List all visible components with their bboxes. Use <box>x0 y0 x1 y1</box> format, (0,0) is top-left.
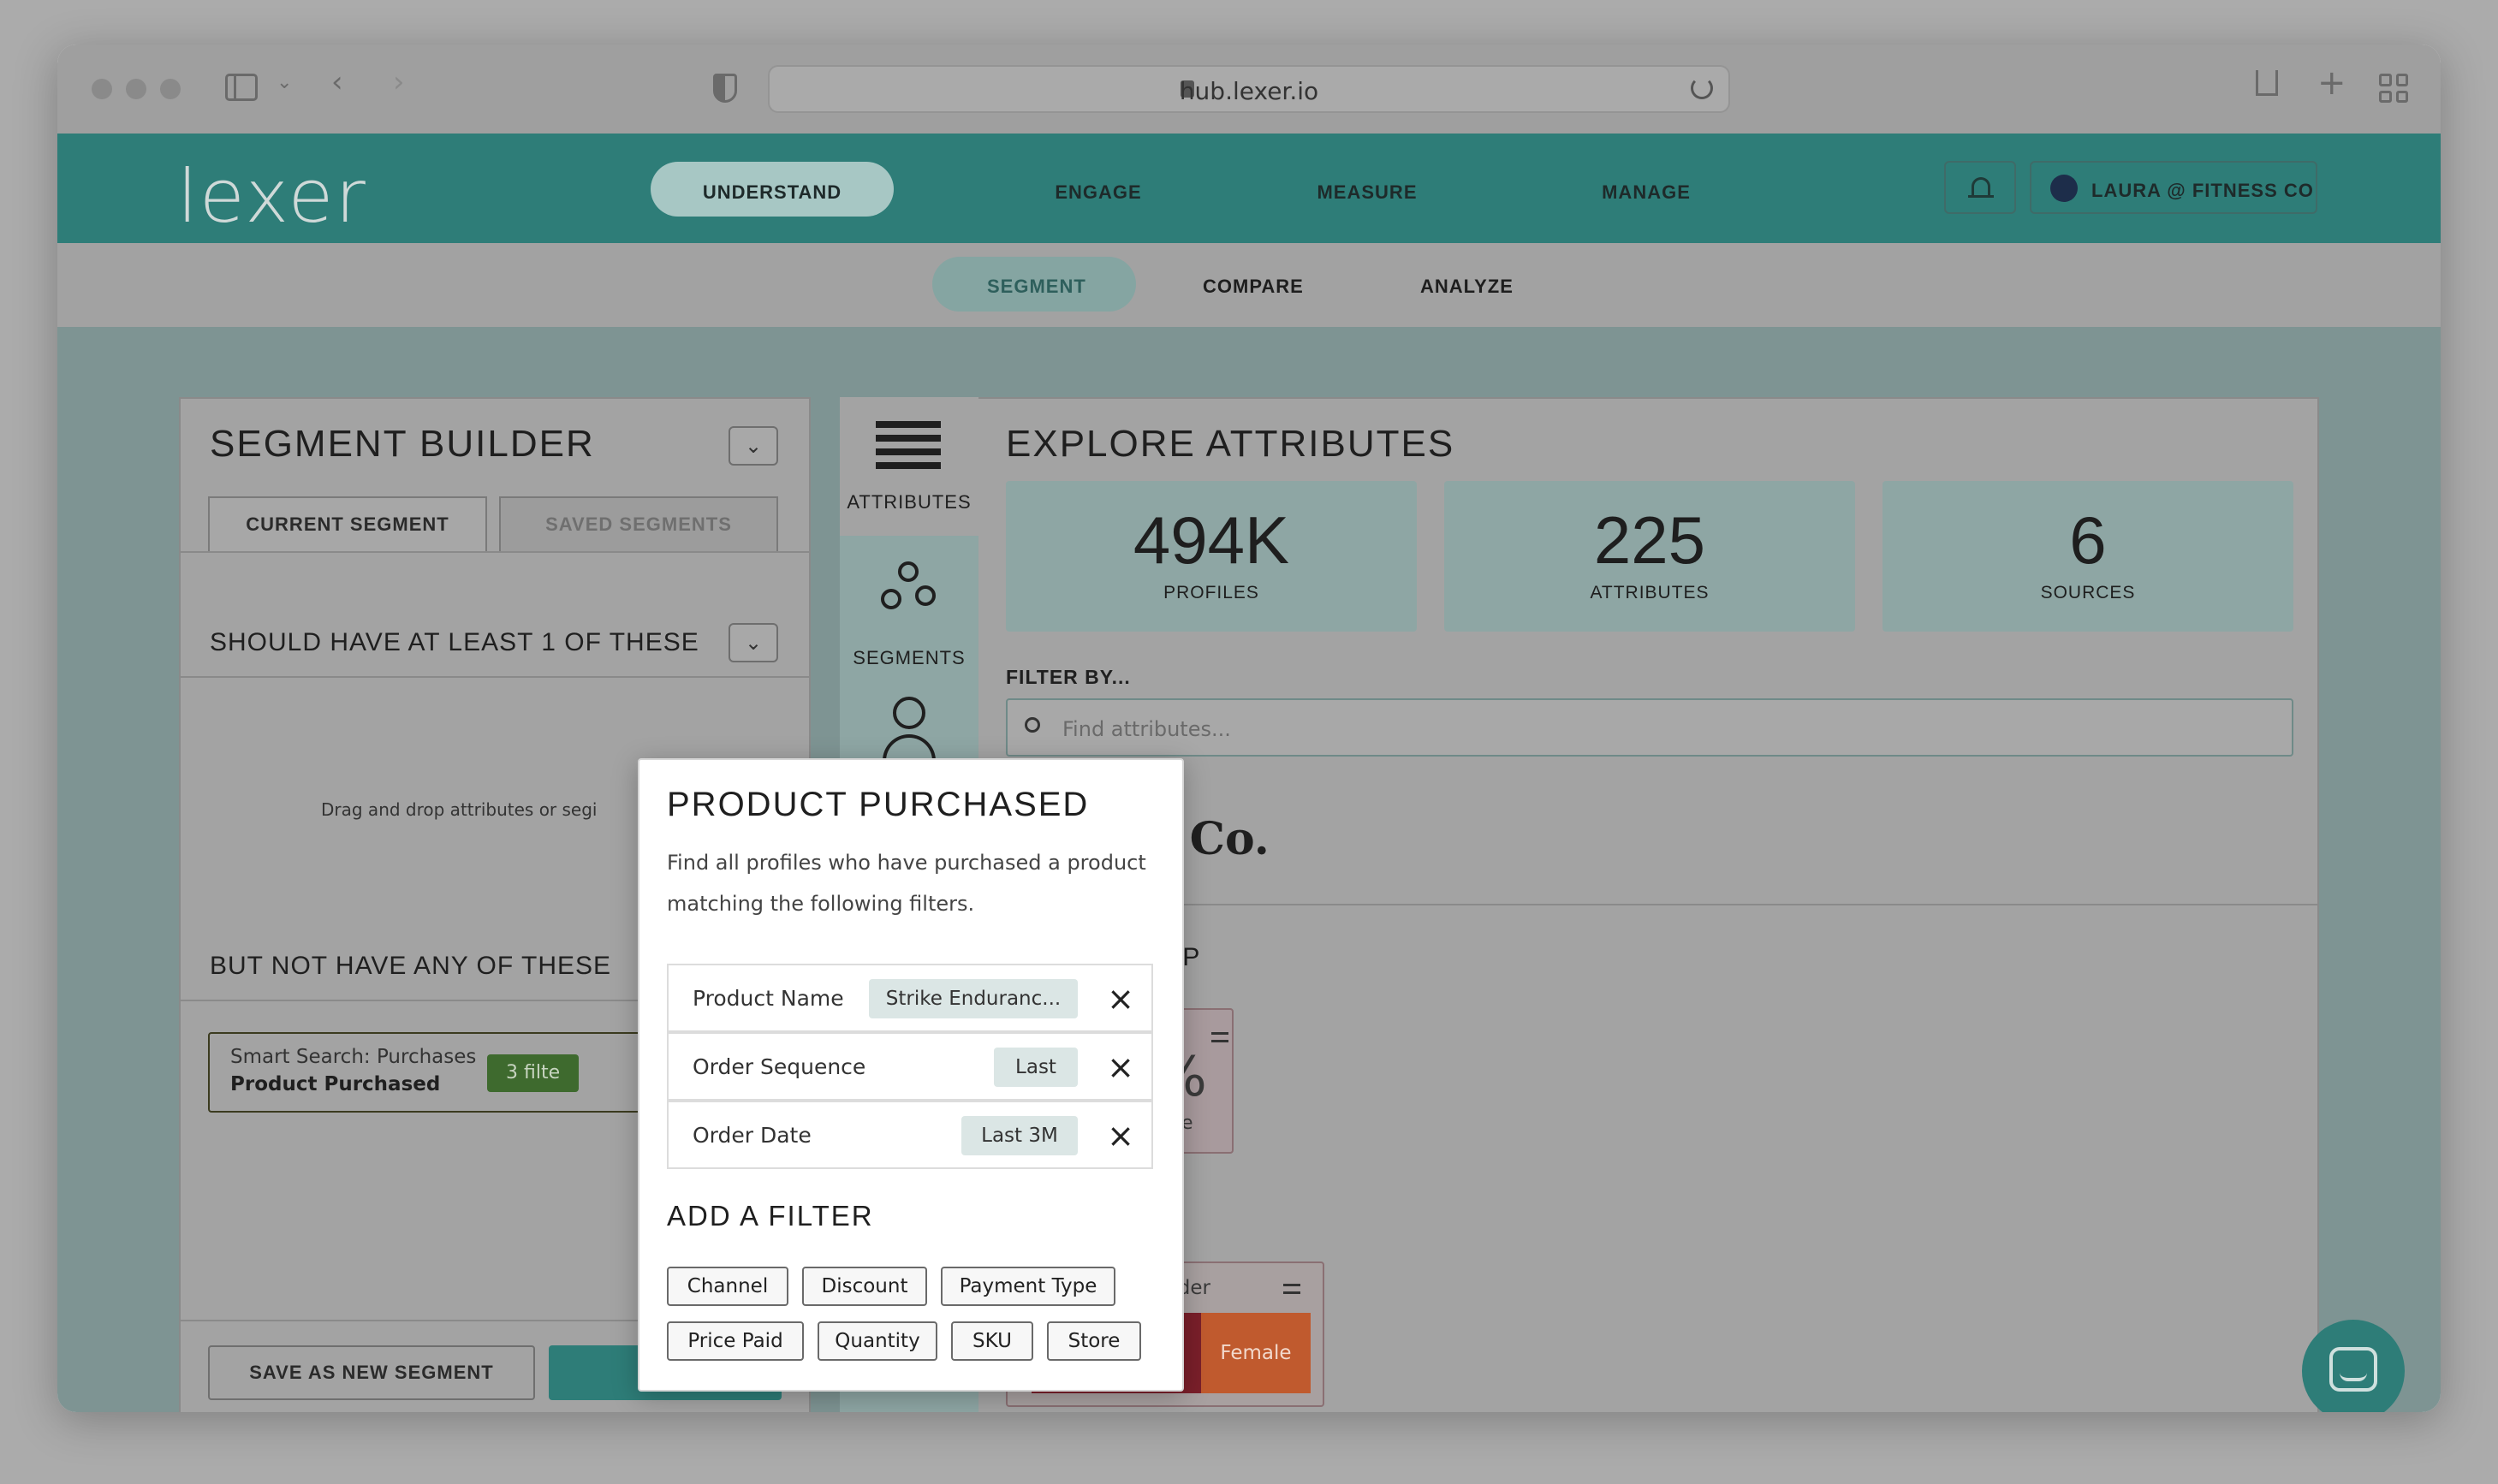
sub-navigation: SEGMENT COMPARE ANALYZE <box>57 243 2441 327</box>
nav-manage[interactable]: MANAGE <box>1578 181 1715 204</box>
maximize-window-dot[interactable] <box>160 79 181 99</box>
should-have-dropdown[interactable]: ⌄ <box>729 623 778 662</box>
side-item-profiles[interactable] <box>840 681 978 769</box>
remove-filter-product-name-icon[interactable]: × <box>1102 981 1139 1018</box>
reload-icon[interactable] <box>1691 77 1713 99</box>
browser-window: ⌄ ‹ › hub.lexer.io + lexer UNDERSTAND EN… <box>57 45 2441 1412</box>
top-navigation: lexer UNDERSTAND ENGAGE MEASURE MANAGE L… <box>57 134 2441 243</box>
nav-understand[interactable]: UNDERSTAND <box>651 181 894 204</box>
filter-value-order-date[interactable]: Last 3M <box>961 1116 1078 1155</box>
side-label-segments: SEGMENTS <box>853 647 966 668</box>
person-icon <box>893 697 925 729</box>
bell-icon <box>1972 177 1990 196</box>
sidebar-toggle-icon[interactable] <box>225 74 258 101</box>
stat-attributes: 225 ATTRIBUTES <box>1444 481 1855 632</box>
user-label: LAURA @ FITNESS CO <box>2091 180 2314 201</box>
forward-icon[interactable]: › <box>393 65 405 99</box>
filter-row-product-name: Product Name Strike Enduranc... × <box>667 964 1153 1032</box>
nav-measure[interactable]: MEASURE <box>1290 181 1444 204</box>
add-filter-discount[interactable]: Discount <box>802 1267 927 1306</box>
address-bar[interactable]: hub.lexer.io <box>768 65 1730 113</box>
tab-compare[interactable]: COMPARE <box>1203 276 1304 298</box>
stat-sources-value: 6 <box>2069 502 2107 578</box>
chevron-down-icon[interactable]: ⌄ <box>277 72 292 93</box>
should-have-title: SHOULD HAVE AT LEAST 1 OF THESE <box>210 628 699 656</box>
close-window-dot[interactable] <box>92 79 112 99</box>
segment-builder-title: SEGMENT BUILDER <box>210 423 595 465</box>
avatar <box>2050 175 2078 202</box>
chat-launcher-button[interactable] <box>2302 1320 2405 1412</box>
lexer-logo[interactable]: lexer <box>177 154 367 240</box>
but-not-title: BUT NOT HAVE ANY OF THESE <box>210 952 612 980</box>
nav-engage[interactable]: ENGAGE <box>1030 181 1167 204</box>
add-filter-sku[interactable]: SKU <box>951 1321 1033 1361</box>
remove-filter-order-sequence-icon[interactable]: × <box>1102 1049 1139 1087</box>
side-item-attributes[interactable]: ATTRIBUTES <box>840 397 978 536</box>
card2-menu-icon[interactable] <box>1283 1284 1300 1294</box>
explore-title: EXPLORE ATTRIBUTES <box>1006 423 1455 465</box>
stat-sources: 6 SOURCES <box>1882 481 2293 632</box>
filter-label-order-sequence: Order Sequence <box>693 1054 866 1079</box>
content-area: SEGMENT BUILDER ⌄ CURRENT SEGMENT SAVED … <box>57 327 2441 1412</box>
collapse-builder-button[interactable]: ⌄ <box>729 426 778 466</box>
smart-search-card[interactable]: Smart Search: Purchases Product Purchase… <box>208 1032 687 1113</box>
tabs-divider <box>181 551 809 553</box>
drop-hint: Drag and drop attributes or segi <box>321 799 598 820</box>
filter-row-order-sequence: Order Sequence Last × <box>667 1032 1153 1101</box>
add-filter-channel[interactable]: Channel <box>667 1267 788 1306</box>
tab-overview-icon[interactable] <box>2379 74 2408 103</box>
search-icon <box>1025 717 1040 733</box>
female-bar[interactable]: Female <box>1201 1313 1311 1393</box>
filter-label-order-date: Order Date <box>693 1123 812 1148</box>
segments-icon <box>898 561 919 582</box>
user-menu-button[interactable]: LAURA @ FITNESS CO <box>2030 161 2317 214</box>
filters-count-badge[interactable]: 3 filte <box>487 1054 580 1092</box>
tab-analyze[interactable]: ANALYZE <box>1420 276 1514 298</box>
stat-attributes-value: 225 <box>1593 502 1706 578</box>
add-filter-title: ADD A FILTER <box>667 1200 874 1232</box>
add-filter-price-paid[interactable]: Price Paid <box>667 1321 804 1361</box>
back-icon[interactable]: ‹ <box>331 65 343 99</box>
tab-current-segment[interactable]: CURRENT SEGMENT <box>208 496 487 553</box>
list-icon <box>876 421 941 471</box>
minimize-window-dot[interactable] <box>126 79 146 99</box>
add-filter-store[interactable]: Store <box>1047 1321 1141 1361</box>
side-item-segments[interactable]: SEGMENTS <box>840 537 978 680</box>
attribute-search-input[interactable]: Find attributes... <box>1006 698 2293 757</box>
stat-profiles-label: PROFILES <box>1163 583 1259 603</box>
card1-menu-icon[interactable] <box>1211 1032 1228 1042</box>
url-text: hub.lexer.io <box>1179 77 1319 105</box>
stat-profiles-value: 494K <box>1133 502 1290 578</box>
stat-profiles: 494K PROFILES <box>1006 481 1417 632</box>
filter-value-product-name[interactable]: Strike Enduranc... <box>869 979 1078 1018</box>
remove-filter-order-date-icon[interactable]: × <box>1102 1118 1139 1155</box>
stat-sources-label: SOURCES <box>2040 583 2136 603</box>
tab-saved-segments[interactable]: SAVED SEGMENTS <box>499 496 778 553</box>
side-label-attributes: ATTRIBUTES <box>847 491 972 513</box>
search-placeholder: Find attributes... <box>1062 717 1231 741</box>
share-icon[interactable] <box>2256 70 2278 96</box>
add-filter-quantity[interactable]: Quantity <box>818 1321 937 1361</box>
smart-search-line1: Smart Search: Purchases <box>230 1046 477 1068</box>
stat-attributes-label: ATTRIBUTES <box>1590 583 1710 603</box>
filter-value-order-sequence[interactable]: Last <box>994 1048 1078 1087</box>
filter-by-label: FILTER BY... <box>1006 666 1131 688</box>
tab-segment[interactable]: SEGMENT <box>987 276 1086 298</box>
filter-row-order-date: Order Date Last 3M × <box>667 1101 1153 1169</box>
save-as-new-segment-button[interactable]: SAVE AS NEW SEGMENT <box>208 1345 535 1400</box>
privacy-shield-icon[interactable] <box>713 74 737 103</box>
smart-search-line2: Product Purchased <box>230 1073 441 1095</box>
should-have-divider <box>181 676 809 678</box>
popover-description: Find all profiles who have purchased a p… <box>667 851 1146 916</box>
popover-title: PRODUCT PURCHASED <box>667 786 1090 823</box>
filter-label-product-name: Product Name <box>693 986 844 1011</box>
chat-icon <box>2329 1347 2377 1392</box>
browser-titlebar: ⌄ ‹ › hub.lexer.io + <box>57 45 2441 134</box>
notifications-button[interactable] <box>1944 161 2016 214</box>
new-tab-icon[interactable]: + <box>2317 63 2346 103</box>
add-filter-payment-type[interactable]: Payment Type <box>941 1267 1115 1306</box>
